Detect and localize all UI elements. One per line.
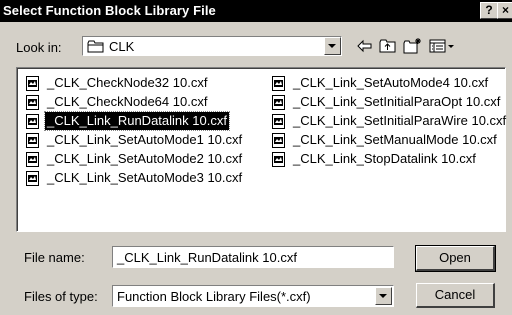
back-button[interactable] [355,37,375,55]
look-in-dropdown-button[interactable] [324,37,341,55]
cancel-button[interactable]: Cancel [416,283,495,308]
look-in-value: CLK [109,39,135,54]
look-in-dropdown[interactable]: CLK [82,36,342,56]
file-item-name: _CLK_Link_RunDatalink 10.cxf [44,111,230,131]
cxf-file-icon [25,95,41,114]
cxf-file-icon [25,171,41,190]
file-name-input[interactable]: _CLK_Link_RunDatalink 10.cxf [112,246,394,268]
file-name-value: _CLK_Link_RunDatalink 10.cxf [117,250,297,265]
file-type-dropdown-button[interactable] [375,287,392,305]
help-button[interactable]: ? [480,2,498,19]
chevron-down-icon [328,44,336,48]
cxf-file-icon [271,152,287,171]
cxf-file-icon [271,76,287,95]
folder-icon [87,40,105,56]
file-item-name: _CLK_Link_SetInitialParaOpt 10.cxf [293,94,501,109]
view-menu-button[interactable] [428,37,456,55]
cxf-file-icon [271,114,287,133]
open-button[interactable]: Open [415,245,496,272]
cxf-file-icon [271,95,287,114]
cxf-file-icon [25,114,41,133]
file-item-name: _CLK_CheckNode64 10.cxf [47,94,208,109]
back-arrow-icon [357,39,372,53]
file-item-name: _CLK_Link_SetAutoMode1 10.cxf [47,132,243,147]
cxf-file-icon [271,133,287,152]
close-button[interactable]: × [497,2,512,19]
file-type-dropdown[interactable]: Function Block Library Files(*.cxf) [112,285,394,307]
file-item-name: _CLK_CheckNode32 10.cxf [47,75,208,90]
file-item-name: _CLK_Link_SetInitialParaWire 10.cxf [293,113,507,128]
up-folder-button[interactable] [378,37,398,55]
new-folder-icon [403,38,421,54]
title-bar: Select Function Block Library File ? × [0,0,512,22]
file-item-name: _CLK_Link_StopDatalink 10.cxf [293,151,476,166]
file-item-name: _CLK_Link_SetAutoMode2 10.cxf [47,151,243,166]
cxf-file-icon [25,152,41,171]
view-menu-icon [429,39,454,53]
file-name-label: File name: [24,250,85,265]
file-item-name: _CLK_Link_SetAutoMode3 10.cxf [47,170,243,185]
file-type-value: Function Block Library Files(*.cxf) [117,289,311,304]
file-item-name: _CLK_Link_SetAutoMode4 10.cxf [293,75,489,90]
window-title: Select Function Block Library File [3,3,216,18]
look-in-label: Look in: [16,40,62,55]
file-list[interactable]: _CLK_CheckNode32 10.cxf _CLK_CheckNode64 … [16,67,506,232]
cxf-file-icon [25,133,41,152]
cxf-file-icon [25,76,41,95]
new-folder-button[interactable] [402,37,422,55]
chevron-down-icon [379,294,387,298]
file-type-label: Files of type: [24,289,98,304]
up-folder-icon [379,39,396,53]
file-item-name: _CLK_Link_SetManualMode 10.cxf [293,132,497,147]
